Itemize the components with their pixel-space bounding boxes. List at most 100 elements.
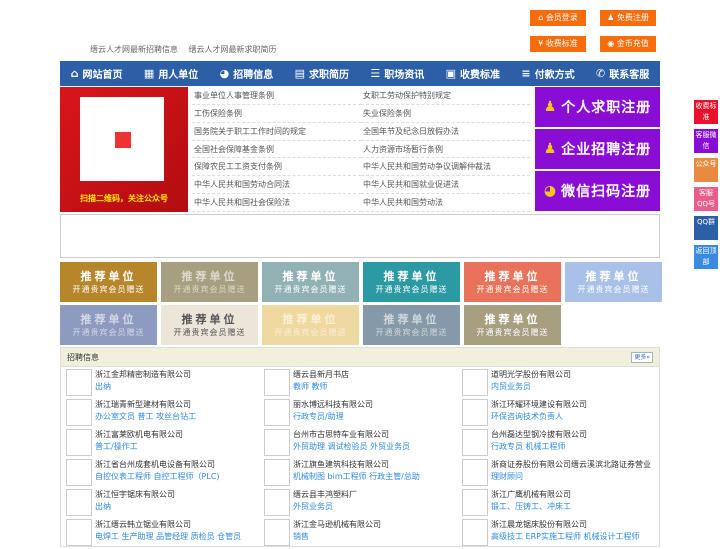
recommended-tile[interactable]: 推荐单位 开通贵宾会员赠送 [161, 262, 258, 302]
nav-item[interactable]: ≡ 付款方式 [521, 66, 574, 81]
more-link[interactable]: 更多» [631, 352, 653, 363]
register-button[interactable]: ♟ 企业招聘注册 [535, 129, 660, 169]
company-link[interactable]: 道明光学股份有限公司 [491, 369, 571, 381]
recommended-tile[interactable]: 推荐单位 开通贵宾会员赠送 [161, 305, 258, 345]
law-link[interactable]: 失业保险条例 [361, 105, 530, 123]
company-logo[interactable] [66, 369, 92, 396]
law-link[interactable]: 中华人民共和国劳动合同法 [192, 176, 361, 195]
company-logo[interactable] [66, 489, 92, 516]
recommended-tile[interactable]: 推荐单位 开通贵宾会员赠送 [464, 305, 561, 345]
company-link[interactable]: 浙商证券股份有限公司缙云溪滨北路证券营业 [491, 459, 651, 471]
company-logo[interactable] [462, 429, 488, 456]
job-link[interactable]: 办公室文员 普工 攻丝台钻工 [95, 411, 196, 423]
job-link[interactable]: 出纳 [95, 501, 175, 513]
law-link[interactable]: 保障农民工工资支付条例 [192, 158, 361, 177]
company-link[interactable]: 浙江缙云韩立锯业有限公司 [95, 519, 241, 531]
job-link[interactable]: 理财顾问 [491, 471, 651, 483]
law-link[interactable]: 国务院关于职工工作时间的规定 [192, 123, 361, 141]
company-logo[interactable] [264, 399, 290, 426]
nav-item[interactable]: ▦ 用人单位 [144, 66, 198, 81]
law-link[interactable]: 中华人民共和国劳动法 [361, 194, 530, 212]
job-link[interactable]: 自控仪表工程师 自控工程师（PLC) [95, 471, 220, 483]
nav-item[interactable]: ✆ 联系客服 [596, 66, 649, 81]
company-link[interactable]: 浙江恒宇锯床有限公司 [95, 489, 175, 501]
recommended-tile[interactable]: 推荐单位 开通贵宾会员赠送 [363, 305, 460, 345]
company-logo[interactable] [264, 429, 290, 456]
company-link[interactable]: 浙江金马逊机械有限公司 [293, 519, 381, 531]
top-button[interactable]: ⌂ 会员登录 [530, 10, 586, 26]
nav-item[interactable]: ☰ 职场资讯 [370, 66, 424, 81]
job-link[interactable]: 销售 [293, 531, 381, 543]
company-logo[interactable] [264, 369, 290, 396]
company-logo[interactable] [462, 459, 488, 486]
company-logo[interactable] [462, 369, 488, 396]
law-link[interactable]: 全国年节及纪念日放假办法 [361, 123, 530, 141]
latest-jobs-link[interactable]: 缙云人才网最新招聘信息 [90, 45, 178, 54]
law-link[interactable]: 事业单位人事管理条例 [192, 87, 361, 105]
company-logo[interactable] [66, 429, 92, 456]
company-link[interactable]: 浙江环耀环境建设有限公司 [491, 399, 587, 411]
job-link[interactable]: 教师 教师 [293, 381, 349, 393]
job-link[interactable]: 行政专员/助理 [293, 411, 373, 423]
company-link[interactable]: 浙江省台州成套机电设备有限公司 [95, 459, 220, 471]
company-logo[interactable] [264, 459, 290, 486]
company-logo[interactable] [462, 489, 488, 516]
company-logo[interactable] [66, 519, 92, 546]
law-link[interactable]: 中华人民共和国就业促进法 [361, 176, 530, 195]
company-link[interactable]: 浙江广鹰机械有限公司 [491, 489, 571, 501]
register-button[interactable]: ♟ 个人求职注册 [535, 87, 660, 127]
company-link[interactable]: 丽水博远科技有限公司 [293, 399, 373, 411]
job-link[interactable]: 外贸助理 调试检验员 外贸业务员 [293, 441, 410, 453]
company-logo[interactable] [66, 459, 92, 486]
company-link[interactable]: 浙江富莱欧机电有限公司 [95, 429, 183, 441]
company-logo[interactable] [264, 519, 290, 546]
job-link[interactable]: 高级技工 ERP实施工程师 机械设计工程师 [491, 531, 640, 543]
law-link[interactable]: 人力资源市场暂行条例 [361, 141, 530, 159]
recommended-tile[interactable]: 推荐单位 开通贵宾会员赠送 [60, 262, 157, 302]
company-link[interactable]: 浙江晨龙锯床股份有限公司 [491, 519, 640, 531]
law-link[interactable]: 女职工劳动保护特别规定 [361, 87, 530, 105]
company-link[interactable]: 台州市古思特车业有限公司 [293, 429, 410, 441]
nav-item[interactable]: ▤ 求职简历 [295, 66, 349, 81]
nav-item[interactable]: ◕ 招聘信息 [220, 66, 274, 81]
side-button[interactable]: 客服QQ号 [694, 187, 718, 211]
nav-item[interactable]: ▣ 收费标准 [446, 66, 500, 81]
job-link[interactable]: 锻工、压铸工、冲床工 [491, 501, 571, 513]
recommended-tile[interactable]: 推荐单位 开通贵宾会员赠送 [464, 262, 561, 302]
company-link[interactable]: 浙江金邦精密制造有限公司 [95, 369, 191, 381]
law-link[interactable]: 全国社会保障基金条例 [192, 141, 361, 159]
company-link[interactable]: 浙江旗鱼建筑科技有限公司 [293, 459, 420, 471]
top-button[interactable]: ◉ 金币充值 [600, 36, 656, 52]
recommended-tile[interactable]: 推荐单位 开通贵宾会员赠送 [363, 262, 460, 302]
recommended-tile[interactable]: 推荐单位 开通贵宾会员赠送 [262, 262, 359, 302]
job-link[interactable]: 普工/操作工 [95, 441, 183, 453]
company-logo[interactable] [462, 519, 488, 546]
job-link[interactable]: 机械制图 bim工程师 行政主管/总助 [293, 471, 420, 483]
law-link[interactable]: 中华人民共和国劳动争议调解仲裁法 [361, 158, 530, 177]
job-link[interactable]: 行政专员 机械工程师 [491, 441, 587, 453]
side-button[interactable]: 收费标准 [694, 100, 718, 124]
company-logo[interactable] [462, 399, 488, 426]
company-link[interactable]: 浙江瑞青新型建材有限公司 [95, 399, 196, 411]
law-link[interactable]: 中华人民共和国社会保险法 [192, 194, 361, 212]
company-link[interactable]: 台州磊达型钢冷拔有限公司 [491, 429, 587, 441]
recommended-tile[interactable]: 推荐单位 开通贵宾会员赠送 [60, 305, 157, 345]
top-button[interactable]: ¥ 收费标准 [530, 36, 586, 52]
company-link[interactable]: 缙云县丰鸿塑料厂 [293, 489, 357, 501]
side-button[interactable]: 返回顶部 [694, 245, 718, 269]
job-link[interactable]: 外贸业务员 [293, 501, 357, 513]
law-link[interactable]: 工伤保险条例 [192, 105, 361, 123]
side-button[interactable]: 公众号 [694, 158, 718, 182]
company-logo[interactable] [264, 489, 290, 516]
top-button[interactable]: ♟ 免费注册 [600, 10, 656, 26]
job-link[interactable]: 内贸业务员 [491, 381, 571, 393]
side-button[interactable]: QQ群 [694, 216, 718, 240]
nav-item[interactable]: ⌂ 网站首页 [71, 66, 123, 81]
recommended-tile[interactable]: 推荐单位 开通贵宾会员赠送 [565, 262, 662, 302]
side-button[interactable]: 客服微信 [694, 129, 718, 153]
recommended-tile[interactable]: 推荐单位 开通贵宾会员赠送 [262, 305, 359, 345]
company-logo[interactable] [66, 399, 92, 426]
company-link[interactable]: 缙云县新月书店 [293, 369, 349, 381]
job-link[interactable]: 电焊工 生产助理 品管经理 质检员 仓管员 [95, 531, 241, 543]
job-link[interactable]: 环保咨询技术负责人 [491, 411, 587, 423]
